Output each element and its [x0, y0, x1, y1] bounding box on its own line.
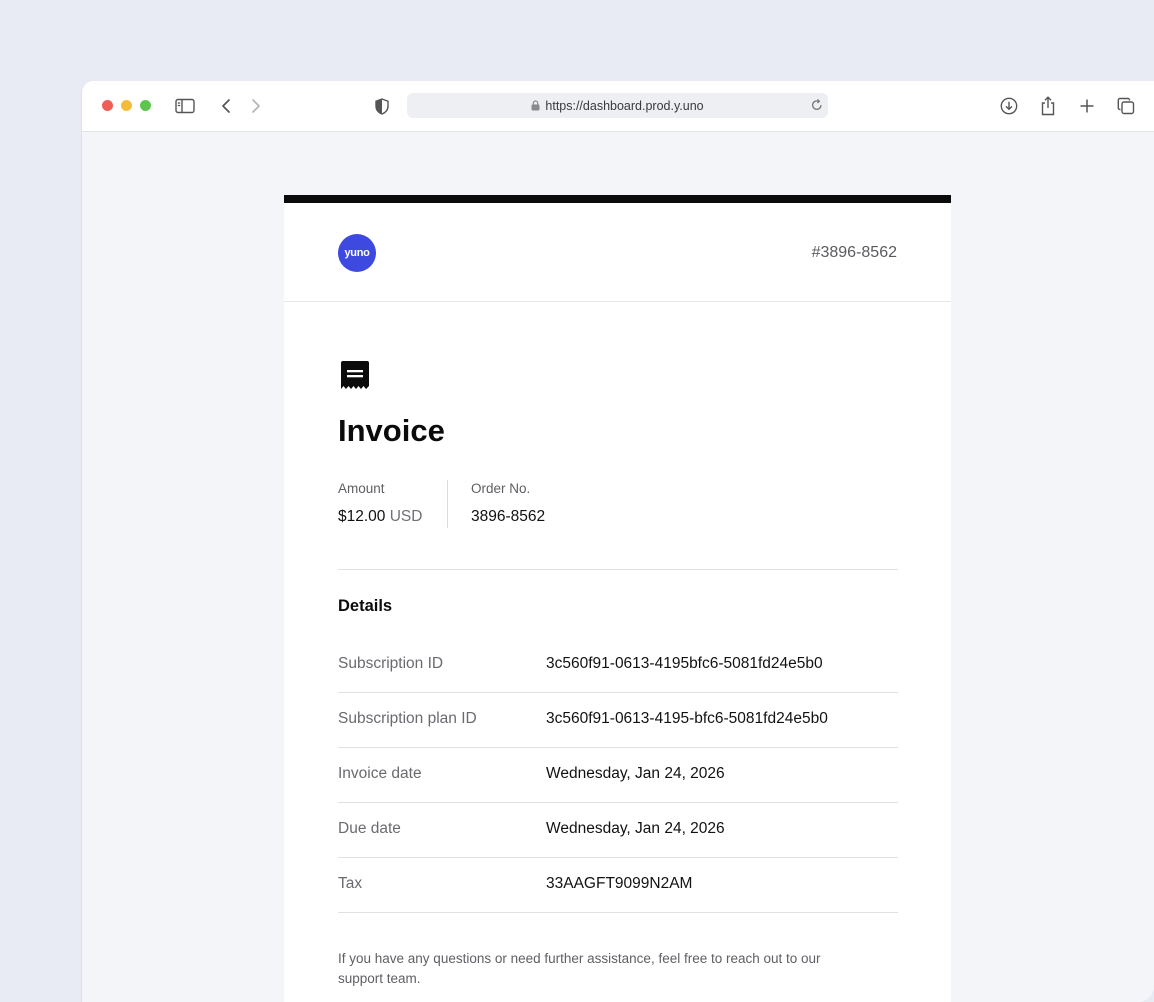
url-text: https://dashboard.prod.y.uno — [545, 98, 704, 113]
share-icon[interactable] — [1037, 95, 1059, 117]
detail-value: 3c560f91-0613-4195bfc6-5081fd24e5b0 — [546, 655, 823, 672]
detail-key: Tax — [338, 875, 363, 892]
amount-summary: Amount $12.00 USD — [338, 481, 422, 526]
order-summary: Order No. 3896-8562 — [471, 481, 545, 526]
accent-top-bar — [284, 195, 951, 203]
browser-toolbar: https://dashboard.prod.y.uno — [82, 81, 1154, 132]
back-icon[interactable] — [215, 95, 237, 117]
detail-row-tax: Tax 33AAGFT9099N2AM — [338, 858, 898, 913]
details-heading: Details — [338, 597, 393, 615]
screenshot-frame: https://dashboard.prod.y.uno yuno #3896-… — [0, 0, 1154, 1002]
section-divider — [338, 569, 898, 570]
summary-divider — [447, 480, 448, 528]
detail-key: Subscription plan ID — [338, 710, 477, 727]
detail-value: Wednesday, Jan 24, 2026 — [546, 765, 725, 782]
forward-icon[interactable] — [245, 95, 267, 117]
address-bar[interactable]: https://dashboard.prod.y.uno — [407, 93, 828, 118]
page-title: Invoice — [338, 413, 445, 448]
reload-icon[interactable] — [810, 98, 824, 115]
close-window-button[interactable] — [102, 100, 113, 111]
amount-currency: USD — [389, 508, 423, 525]
order-value: 3896-8562 — [471, 508, 546, 525]
detail-row-subscription-plan-id: Subscription plan ID 3c560f91-0613-4195-… — [338, 693, 898, 748]
shield-icon[interactable] — [371, 95, 393, 117]
detail-key: Due date — [338, 820, 401, 837]
receipt-icon — [339, 360, 371, 395]
details-table: Subscription ID 3c560f91-0613-4195bfc6-5… — [338, 638, 898, 913]
detail-key: Subscription ID — [338, 655, 444, 672]
tabs-overview-icon[interactable] — [1115, 95, 1137, 117]
detail-value: Wednesday, Jan 24, 2026 — [546, 820, 725, 837]
order-label: Order No. — [471, 481, 531, 496]
amount-label: Amount — [338, 481, 385, 496]
detail-value: 33AAGFT9099N2AM — [546, 875, 693, 892]
detail-key: Invoice date — [338, 765, 422, 782]
sidebar-icon[interactable] — [174, 95, 196, 117]
detail-row-invoice-date: Invoice date Wednesday, Jan 24, 2026 — [338, 748, 898, 803]
new-tab-icon[interactable] — [1076, 95, 1098, 117]
invoice-header: yuno #3896-8562 — [284, 203, 951, 302]
invoice-number: #3896-8562 — [811, 244, 897, 261]
amount-value-row: $12.00 USD — [338, 508, 422, 526]
detail-row-due-date: Due date Wednesday, Jan 24, 2026 — [338, 803, 898, 858]
minimize-window-button[interactable] — [121, 100, 132, 111]
support-note: If you have any questions or need furthe… — [338, 951, 821, 986]
zoom-window-button[interactable] — [140, 100, 151, 111]
download-icon[interactable] — [998, 95, 1020, 117]
amount-value: $12.00 — [338, 508, 386, 525]
detail-value: 3c560f91-0613-4195-bfc6-5081fd24e5b0 — [546, 710, 828, 727]
invoice-card: yuno #3896-8562 Invoice Amount $12.00 US… — [284, 195, 951, 1002]
lock-icon — [531, 100, 540, 111]
yuno-logo: yuno — [338, 234, 376, 272]
detail-row-subscription-id: Subscription ID 3c560f91-0613-4195bfc6-5… — [338, 638, 898, 693]
browser-window: https://dashboard.prod.y.uno yuno #3896-… — [81, 81, 1154, 1002]
